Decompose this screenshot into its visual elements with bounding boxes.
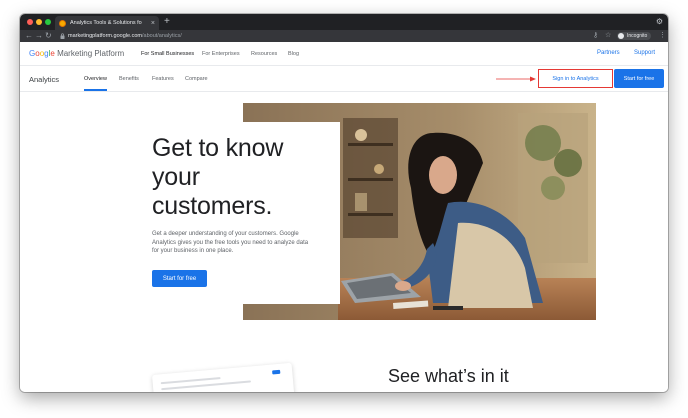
marketing-platform-header: Google Marketing Platform For Small Busi…: [20, 42, 668, 66]
headline-line: your: [152, 163, 200, 191]
forward-icon[interactable]: →: [35, 30, 43, 42]
headline-line: Get to know: [152, 134, 284, 162]
start-for-free-header-button[interactable]: Start for free: [614, 69, 664, 88]
nav-enterprises[interactable]: For Enterprises: [202, 51, 240, 57]
support-link[interactable]: Support: [634, 50, 655, 56]
tab-overview[interactable]: Overview: [84, 76, 107, 82]
new-tab-button[interactable]: +: [164, 16, 170, 28]
sign-in-button[interactable]: Sign in to Analytics: [538, 69, 613, 88]
preview-accent: [272, 369, 281, 375]
google-marketing-platform-logo[interactable]: Google Marketing Platform: [29, 49, 124, 59]
sign-in-label: Sign in to Analytics: [552, 75, 599, 82]
nav-resources[interactable]: Resources: [251, 51, 277, 57]
tab-compare[interactable]: Compare: [185, 76, 208, 82]
product-name[interactable]: Analytics: [29, 75, 59, 84]
analytics-subheader: Analytics Overview Benefits Features Com…: [20, 67, 668, 92]
partners-link[interactable]: Partners: [597, 50, 620, 56]
star-icon[interactable]: ☆: [605, 30, 611, 42]
nav-blog[interactable]: Blog: [288, 51, 299, 57]
incognito-badge[interactable]: Incognito: [617, 32, 652, 40]
active-tab-indicator: [84, 89, 107, 91]
key-icon[interactable]: ⚷: [593, 30, 598, 42]
tab-features[interactable]: Features: [152, 76, 174, 82]
browser-tab[interactable]: Analytics Tools & Solutions fo ×: [55, 16, 159, 30]
lock-icon: [60, 33, 65, 39]
reload-icon[interactable]: ↻: [45, 30, 52, 42]
maximize-window-button[interactable]: [45, 19, 51, 25]
menu-icon[interactable]: ⋮: [659, 30, 666, 42]
url-host: marketingplatform.google.com: [68, 33, 142, 39]
nav-small-businesses[interactable]: For Small Businesses: [141, 51, 194, 57]
start-for-free-header-label: Start for free: [623, 75, 655, 82]
hero-headline: Get to know your customers.: [152, 134, 332, 221]
tab-title: Analytics Tools & Solutions fo: [70, 20, 142, 26]
incognito-icon: [618, 33, 624, 39]
web-page: Google Marketing Platform For Small Busi…: [20, 42, 668, 392]
start-for-free-hero-label: Start for free: [162, 275, 197, 282]
settings-icon[interactable]: ⚙: [656, 17, 663, 27]
url-path: /about/analytics/: [141, 33, 182, 39]
browser-window: Analytics Tools & Solutions fo × + ⚙ ← →…: [20, 14, 668, 392]
close-window-button[interactable]: [27, 19, 33, 25]
tab-close-icon[interactable]: ×: [151, 20, 155, 27]
section-title: See what’s in it: [388, 366, 509, 386]
start-for-free-hero-button[interactable]: Start for free: [152, 270, 207, 287]
description-line: Get a deeper understanding of your custo…: [152, 231, 299, 237]
headline-line: customers.: [152, 192, 273, 220]
tab-benefits[interactable]: Benefits: [119, 76, 139, 82]
product-preview-card: [152, 362, 295, 392]
analytics-favicon-icon: [59, 19, 66, 27]
browser-toolbar: ← → ↻ marketingplatform.google.com/about…: [20, 30, 668, 42]
description-line: Analytics gives you the free tools you n…: [152, 239, 309, 246]
annotation-arrow: [496, 76, 536, 82]
back-icon[interactable]: ←: [25, 30, 33, 42]
description-line: for your business in one place.: [152, 248, 234, 254]
tab-strip: Analytics Tools & Solutions fo × + ⚙: [20, 14, 668, 30]
minimize-window-button[interactable]: [36, 19, 42, 25]
address-bar[interactable]: marketingplatform.google.com/about/analy…: [68, 30, 182, 42]
hero-description: Get a deeper understanding of your custo…: [152, 230, 330, 256]
incognito-label: Incognito: [627, 33, 648, 39]
